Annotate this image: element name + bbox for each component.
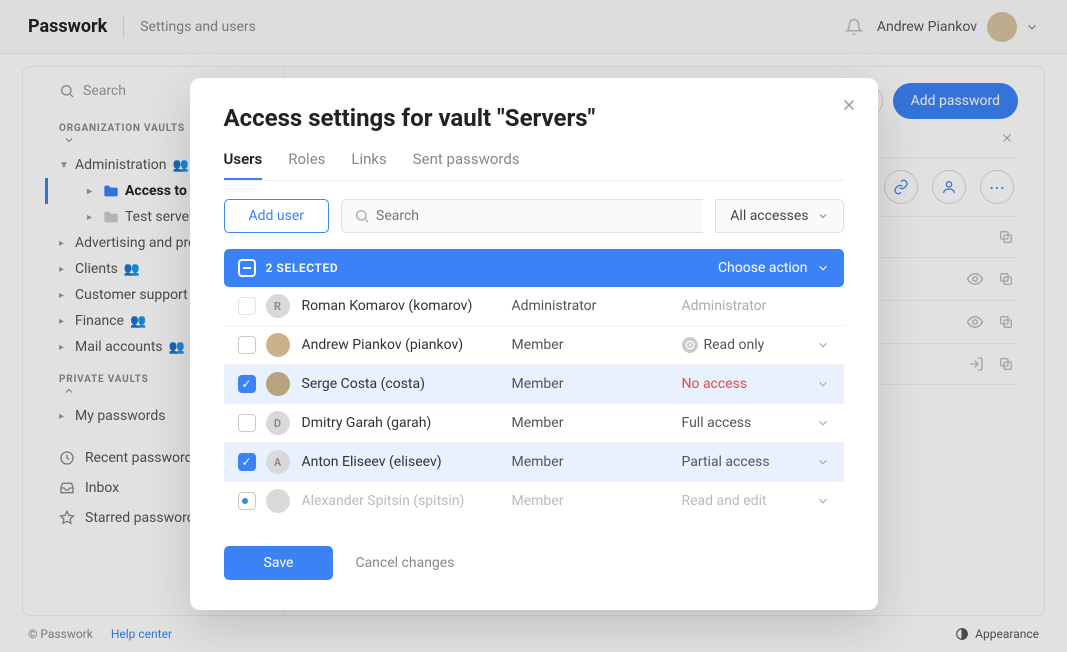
access-dropdown: Administrator — [682, 298, 830, 314]
modal-title: Access settings for vault "Servers" — [224, 104, 844, 132]
access-settings-modal: Access settings for vault "Servers" User… — [190, 78, 878, 610]
user-name: Dmitry Garah (garah) — [302, 415, 512, 431]
cancel-button[interactable]: Cancel changes — [355, 555, 454, 571]
pending-indicator — [242, 498, 248, 504]
tab-links[interactable]: Links — [351, 150, 386, 180]
tab-sent-passwords[interactable]: Sent passwords — [413, 150, 520, 180]
user-name: Roman Komarov (komarov) — [302, 298, 512, 314]
save-button[interactable]: Save — [224, 546, 334, 580]
row-checkbox[interactable] — [238, 453, 256, 471]
clock-icon — [682, 337, 698, 353]
user-row: Andrew Piankov (piankov)Member Read only — [224, 326, 844, 365]
user-role: Member — [512, 376, 682, 392]
user-row: RRoman Komarov (komarov)AdministratorAdm… — [224, 287, 844, 326]
row-checkbox[interactable] — [238, 375, 256, 393]
chevron-down-icon — [816, 377, 830, 391]
user-role: Member — [512, 337, 682, 353]
selected-count: 2 SELECTED — [266, 261, 339, 275]
selection-bar: 2 SELECTED Choose action — [224, 249, 844, 287]
avatar: A — [266, 450, 290, 474]
avatar — [266, 489, 290, 513]
access-dropdown[interactable]: Full access — [682, 415, 830, 431]
avatar: D — [266, 411, 290, 435]
choose-action-dropdown[interactable]: Choose action — [718, 260, 830, 276]
access-value: No access — [682, 376, 748, 392]
search-input[interactable] — [370, 200, 691, 232]
user-name: Serge Costa (costa) — [302, 376, 512, 392]
modal-overlay: Access settings for vault "Servers" User… — [0, 0, 1067, 652]
modal-search[interactable] — [341, 199, 703, 233]
access-dropdown[interactable]: No access — [682, 376, 830, 392]
chevron-down-icon — [816, 455, 830, 469]
tab-users[interactable]: Users — [224, 150, 263, 180]
chevron-down-icon — [816, 261, 830, 275]
user-role: Member — [512, 493, 682, 509]
access-value: Administrator — [682, 298, 767, 314]
add-user-button[interactable]: Add user — [224, 199, 330, 233]
search-icon — [354, 208, 370, 224]
access-filter[interactable]: All accesses — [715, 199, 843, 233]
access-value: Full access — [682, 415, 752, 431]
user-role: Member — [512, 454, 682, 470]
close-icon[interactable] — [840, 96, 858, 114]
chevron-down-icon — [816, 338, 830, 352]
user-row: Alexander Spitsin (spitsin)MemberRead an… — [224, 482, 844, 520]
user-role: Administrator — [512, 298, 682, 314]
access-value: Read only — [704, 337, 765, 353]
chevron-down-icon — [817, 210, 829, 222]
row-checkbox[interactable] — [238, 336, 256, 354]
tab-roles[interactable]: Roles — [288, 150, 325, 180]
row-checkbox — [238, 297, 256, 315]
deselect-all-checkbox[interactable] — [238, 259, 256, 277]
user-row: D Dmitry Garah (garah)MemberFull access — [224, 404, 844, 443]
user-row: Serge Costa (costa)MemberNo access — [224, 365, 844, 404]
chevron-down-icon — [816, 494, 830, 508]
access-value: Read and edit — [682, 493, 767, 509]
modal-tabs: Users Roles Links Sent passwords — [224, 150, 844, 181]
user-name: Anton Eliseev (eliseev) — [302, 454, 512, 470]
avatar: R — [266, 294, 290, 318]
access-value: Partial access — [682, 454, 770, 470]
chevron-down-icon — [816, 416, 830, 430]
access-dropdown[interactable]: Partial access — [682, 454, 830, 470]
access-dropdown[interactable]: Read only — [682, 337, 830, 353]
user-row: A Anton Eliseev (eliseev)MemberPartial ac… — [224, 443, 844, 482]
user-name: Andrew Piankov (piankov) — [302, 337, 512, 353]
avatar — [266, 372, 290, 396]
avatar — [266, 333, 290, 357]
access-dropdown[interactable]: Read and edit — [682, 493, 830, 509]
user-name: Alexander Spitsin (spitsin) — [302, 493, 512, 509]
row-checkbox[interactable] — [238, 414, 256, 432]
user-role: Member — [512, 415, 682, 431]
